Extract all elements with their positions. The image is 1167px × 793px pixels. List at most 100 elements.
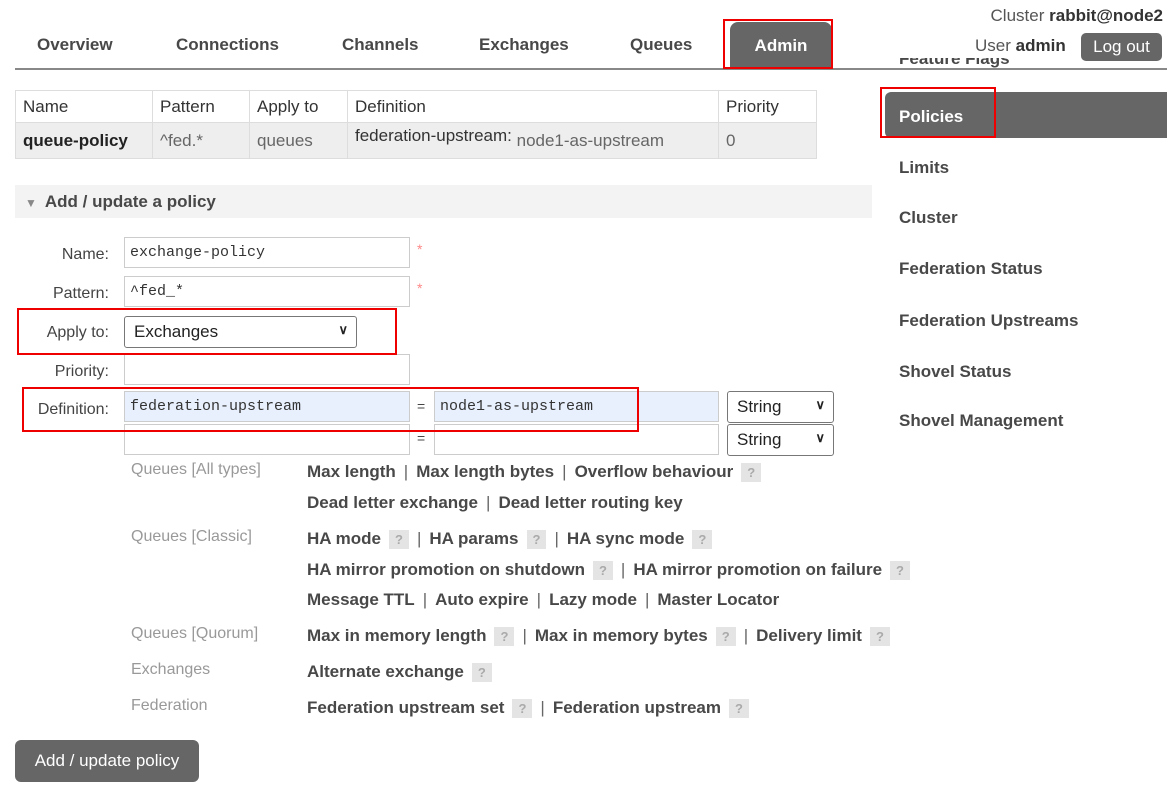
sidebar-item-feature-flags[interactable]: Feature Flags [899, 58, 1010, 72]
link-message-ttl[interactable]: Message TTL [307, 590, 415, 609]
required-marker: * [417, 241, 423, 257]
name-label: Name: [61, 246, 109, 263]
link-ha-params[interactable]: HA params [429, 529, 518, 548]
table-row[interactable]: queue-policy ^fed.* queues federation-up… [15, 122, 817, 159]
separator: | [536, 590, 542, 609]
pattern-input[interactable]: ^fed_* [124, 276, 410, 307]
name-input[interactable]: exchange-policy [124, 237, 410, 268]
category-federation: Federation [131, 697, 208, 714]
separator: | [522, 626, 527, 645]
help-links-row: Dead letter exchange | Dead letter routing… [307, 493, 683, 513]
link-ha-mode[interactable]: HA mode [307, 529, 381, 548]
definition-key: federation-upstream: [355, 125, 512, 145]
separator: | [554, 529, 559, 548]
add-update-policy-button[interactable]: Add / update policy [15, 740, 199, 782]
policy-definition: federation-upstream: node1-as-upstream [347, 122, 719, 159]
help-icon[interactable]: ? [592, 561, 613, 580]
col-apply-to: Apply to [249, 90, 348, 123]
highlight-box [17, 308, 397, 355]
user-name: admin [1015, 36, 1066, 55]
user-info: User admin [975, 36, 1066, 56]
link-dead-letter-exchange[interactable]: Dead letter exchange [307, 493, 478, 512]
help-icon[interactable]: ? [869, 627, 890, 646]
link-dead-letter-routing-key[interactable]: Dead letter routing key [498, 493, 682, 512]
help-icon[interactable]: ? [890, 561, 910, 580]
pattern-label: Pattern: [52, 285, 109, 302]
tab-exchanges[interactable]: Exchanges [479, 35, 569, 55]
help-links-row: Alternate exchange? [307, 662, 492, 682]
link-overflow-behaviour[interactable]: Overflow behaviour [575, 462, 734, 481]
cluster-label: Cluster [990, 6, 1045, 25]
logout-button[interactable]: Log out [1081, 33, 1162, 61]
sidebar-item-label: Feature Flags [899, 58, 1010, 68]
help-icon[interactable]: ? [471, 663, 492, 682]
link-master-locator[interactable]: Master Locator [657, 590, 779, 609]
help-icon[interactable]: ? [512, 699, 533, 718]
link-auto-expire[interactable]: Auto expire [435, 590, 529, 609]
policies-table: Name Pattern Apply to Definition Priorit… [15, 90, 817, 159]
separator: | [562, 462, 567, 481]
tab-queues[interactable]: Queues [630, 35, 692, 55]
col-definition: Definition [347, 90, 719, 123]
help-links-row: Max in memory length? | Max in memory byte… [307, 626, 890, 646]
col-name: Name [15, 90, 153, 123]
required-marker: * [417, 280, 423, 296]
separator: | [416, 529, 422, 548]
highlight-box [880, 87, 996, 138]
priority-label: Priority: [54, 363, 109, 380]
category-queues-quorum: Queues [Quorum] [131, 625, 259, 642]
help-icon[interactable]: ? [741, 463, 762, 482]
help-icon[interactable]: ? [692, 530, 713, 549]
help-icon[interactable]: ? [728, 699, 749, 718]
sidebar-item-federation-status[interactable]: Federation Status [899, 259, 1043, 279]
link-ha-promotion-failure[interactable]: HA mirror promotion on failure [633, 560, 882, 579]
link-max-length-bytes[interactable]: Max length bytes [416, 462, 554, 481]
sidebar-item-limits[interactable]: Limits [899, 158, 949, 178]
type-value: String [737, 397, 782, 416]
category-queues-classic: Queues [Classic] [131, 528, 252, 545]
policy-name-link[interactable]: queue-policy [15, 122, 153, 159]
definition-type-select[interactable]: String ∨ [727, 391, 834, 423]
link-federation-upstream[interactable]: Federation upstream [553, 698, 721, 717]
separator: | [743, 626, 749, 645]
policy-pattern: ^fed.* [152, 122, 250, 159]
link-delivery-limit[interactable]: Delivery limit [756, 626, 862, 645]
tab-channels[interactable]: Channels [342, 35, 419, 55]
tab-overview[interactable]: Overview [37, 35, 113, 55]
help-links-row: Message TTL | Auto expire | Lazy mode | Master… [307, 590, 779, 610]
definition-value: node1-as-upstream [516, 130, 665, 150]
chevron-down-icon: ∨ [815, 397, 825, 412]
category-exchanges: Exchanges [131, 661, 211, 678]
separator: | [403, 462, 409, 481]
type-value: String [737, 430, 782, 449]
sidebar-item-shovel-management[interactable]: Shovel Management [899, 411, 1063, 431]
help-icon[interactable]: ? [389, 530, 409, 549]
equals-sign: = [417, 430, 426, 446]
col-priority: Priority [718, 90, 817, 123]
definition-type-select[interactable]: String ∨ [727, 424, 834, 456]
sidebar-item-shovel-status[interactable]: Shovel Status [899, 362, 1011, 382]
link-ha-promotion-shutdown[interactable]: HA mirror promotion on shutdown [307, 560, 585, 579]
cluster-name: rabbit@node2 [1049, 6, 1163, 25]
help-icon[interactable]: ? [494, 627, 515, 646]
link-lazy-mode[interactable]: Lazy mode [549, 590, 637, 609]
link-ha-sync-mode[interactable]: HA sync mode [567, 529, 684, 548]
priority-input[interactable] [124, 354, 410, 385]
help-links-row: Max length | Max length bytes | Overflow beh… [307, 462, 762, 482]
help-icon[interactable]: ? [526, 530, 547, 549]
help-links-row: HA mirror promotion on shutdown? | HA mirr… [307, 560, 910, 580]
section-toggle[interactable]: ▼ Add / update a policy [15, 185, 872, 218]
link-max-in-memory-length[interactable]: Max in memory length [307, 626, 486, 645]
cluster-info: Cluster rabbit@node2 [991, 6, 1163, 26]
user-label: User [975, 36, 1011, 55]
help-links-row: HA mode? | HA params? | HA sync mode? [307, 529, 713, 549]
tab-connections[interactable]: Connections [176, 35, 279, 55]
link-alternate-exchange[interactable]: Alternate exchange [307, 662, 464, 681]
help-icon[interactable]: ? [715, 627, 736, 646]
sidebar-item-federation-upstreams[interactable]: Federation Upstreams [899, 311, 1079, 331]
link-max-in-memory-bytes[interactable]: Max in memory bytes [535, 626, 708, 645]
link-max-length[interactable]: Max length [307, 462, 396, 481]
separator: | [486, 493, 491, 512]
link-federation-upstream-set[interactable]: Federation upstream set [307, 698, 504, 717]
sidebar-item-cluster[interactable]: Cluster [899, 208, 958, 228]
